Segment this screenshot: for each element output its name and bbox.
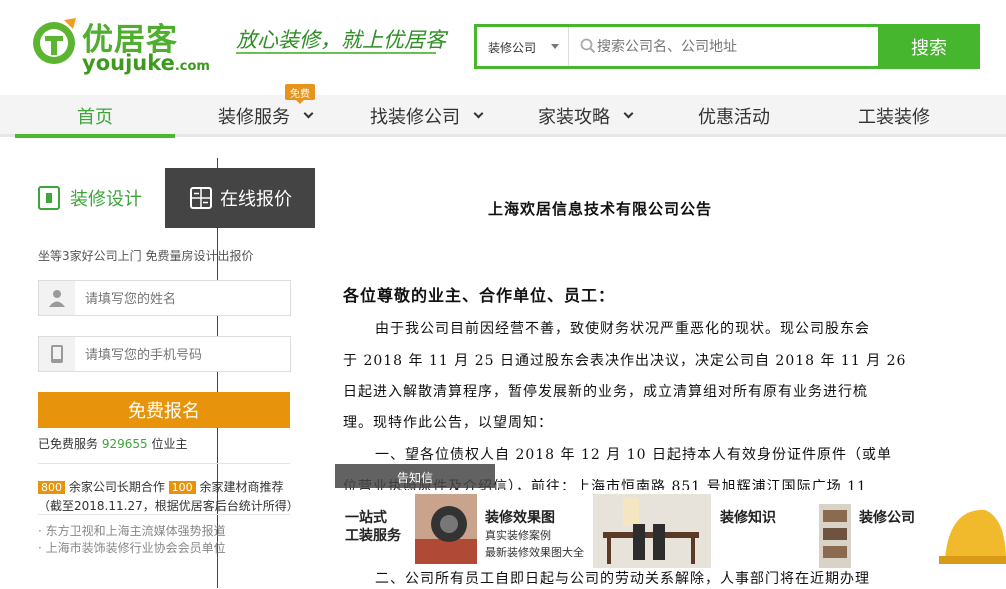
- stat-brands-text: 余家建材商推荐: [199, 480, 284, 494]
- served-suffix: 位业主: [151, 437, 188, 451]
- phone-field: [38, 336, 291, 372]
- stat-note: （截至2018.11.27，根据优居客后台统计所得）: [38, 499, 299, 513]
- nav-item-find-company[interactable]: 找装修公司: [370, 95, 484, 137]
- search-input[interactable]: [597, 34, 872, 59]
- logo-icon[interactable]: [28, 14, 82, 68]
- partner-stats: 800 余家公司长期合作 100 余家建材商推荐 （截至2018.11.27，根…: [38, 478, 299, 515]
- nav-item-commercial[interactable]: 工装装修: [858, 95, 930, 137]
- stat-brands-badge: 100: [168, 481, 196, 494]
- design-doc-icon: [38, 186, 60, 210]
- nav-label: 优惠活动: [698, 107, 770, 128]
- tab-design-label: 装修设计: [70, 189, 142, 210]
- notice-tooltip[interactable]: 告知信: [335, 464, 495, 488]
- nav-active-indicator: [15, 134, 175, 138]
- effects-title[interactable]: 装修效果图: [485, 507, 555, 527]
- stat-companies-badge: 800: [38, 481, 65, 494]
- free-badge: 免费: [285, 84, 315, 100]
- free-signup-button[interactable]: 免费报名: [38, 392, 290, 428]
- announcement-line: 日起进入解散清算程序，暂停发展新的业务，成立清算组对所有原有业务进行梳: [343, 384, 868, 400]
- search-bar: 装修公司 搜索: [474, 24, 980, 69]
- bookshelf-image[interactable]: [819, 504, 851, 568]
- announcement-line: 一、望各位债权人自 2018 年 12 月 10 日起持本人有效身份证件原件（或…: [375, 447, 892, 463]
- nav-label: 装修服务: [218, 107, 290, 128]
- divider: [38, 463, 290, 464]
- announcement-greeting: 各位尊敬的业主、合作单位、员工：: [343, 286, 616, 305]
- effects-sub1[interactable]: 真实装修案例: [485, 527, 551, 543]
- logo-text-en[interactable]: youjuke.com: [82, 51, 210, 75]
- divider: [38, 514, 290, 515]
- tab-design[interactable]: 装修设计: [38, 168, 142, 228]
- nav-item-guide[interactable]: 家装攻略: [538, 95, 634, 137]
- announcement-title: 上海欢居信息技术有限公司公告: [488, 200, 713, 218]
- announcement-line: 由于我公司目前因经营不善，致使财务状况严重恶化的现状。现公司股东会: [375, 321, 870, 337]
- phone-icon: [39, 337, 75, 371]
- effects-sub2[interactable]: 最新装修效果图大全: [485, 544, 584, 560]
- nav-label: 工装装修: [858, 107, 930, 128]
- service-band: 一站式 工装服务 装修效果图 真实装修案例 最新装修效果图大全 装修知识 装修公…: [335, 490, 1006, 568]
- free-badge-pointer: [296, 100, 304, 104]
- name-input[interactable]: [85, 289, 285, 309]
- media-partners: · 东方卫视和上海主流媒体强势报道 · 上海市装饰装修行业协会会员单位: [38, 523, 226, 557]
- knowledge-title[interactable]: 装修知识: [720, 507, 776, 527]
- caret-down-icon[interactable]: [551, 44, 559, 49]
- safe-dial-image[interactable]: [415, 494, 477, 564]
- stat-companies-text: 余家公司长期合作: [68, 480, 165, 494]
- nav-label: 首页: [77, 107, 113, 128]
- nav-item-home[interactable]: 首页: [77, 95, 113, 137]
- logo-en-main: youjuke: [82, 51, 175, 75]
- nav-label: 找装修公司: [370, 107, 460, 128]
- tab-quote-label: 在线报价: [220, 189, 292, 210]
- served-count: 929655: [101, 437, 148, 451]
- slogan: 放心装修，就上优居客: [236, 28, 446, 52]
- tab-online-quote[interactable]: 在线报价: [165, 168, 315, 228]
- partner-line[interactable]: · 上海市装饰装修行业协会会员单位: [38, 540, 226, 557]
- company-title[interactable]: 装修公司: [859, 507, 915, 527]
- chevron-down-icon: [303, 108, 314, 119]
- announcement-line: 理。现特作此公告，以望周知：: [343, 415, 553, 431]
- site-header: 优居客 youjuke.com 放心装修，就上优居客 装修公司 搜索: [0, 0, 1006, 95]
- announcement-line: 于 2018 年 11 月 25 日通过股东会表决作出决议，决定公司自 2018…: [343, 353, 907, 369]
- one-stop-title[interactable]: 一站式: [345, 507, 387, 527]
- helmet-image[interactable]: [925, 498, 1006, 568]
- user-icon: [39, 281, 75, 315]
- search-icon: [580, 38, 596, 54]
- served-prefix: 已免费服务: [38, 437, 99, 451]
- main-nav: 首页 装修服务 找装修公司 家装攻略 优惠活动 工装装修: [0, 95, 1006, 138]
- served-count-text: 已免费服务 929655 位业主: [38, 435, 188, 452]
- slogan-underline: [236, 52, 436, 54]
- name-field: [38, 280, 291, 316]
- announcement-line: 二、公司所有员工自即日起与公司的劳动关系解除，人事部门将在近期办理: [375, 571, 870, 587]
- form-tip: 坐等3家好公司上门 免费量房设计出报价: [38, 249, 254, 263]
- phone-input[interactable]: [85, 345, 285, 365]
- chevron-down-icon: [623, 108, 634, 119]
- search-category-label: 装修公司: [488, 41, 537, 55]
- signup-panel: 装修设计 在线报价 坐等3家好公司上门 免费量房设计出报价 免费报名 已免费服务…: [0, 140, 318, 589]
- chevron-down-icon: [473, 108, 484, 119]
- partner-line[interactable]: · 东方卫视和上海主流媒体强势报道: [38, 523, 226, 540]
- nav-item-promotions[interactable]: 优惠活动: [698, 95, 770, 137]
- search-button[interactable]: 搜索: [878, 27, 980, 66]
- calculator-icon: [190, 187, 212, 209]
- logo-en-suffix: .com: [174, 59, 210, 74]
- one-stop-sub[interactable]: 工装服务: [345, 525, 401, 545]
- dining-room-image[interactable]: [593, 494, 711, 568]
- nav-label: 家装攻略: [538, 107, 610, 128]
